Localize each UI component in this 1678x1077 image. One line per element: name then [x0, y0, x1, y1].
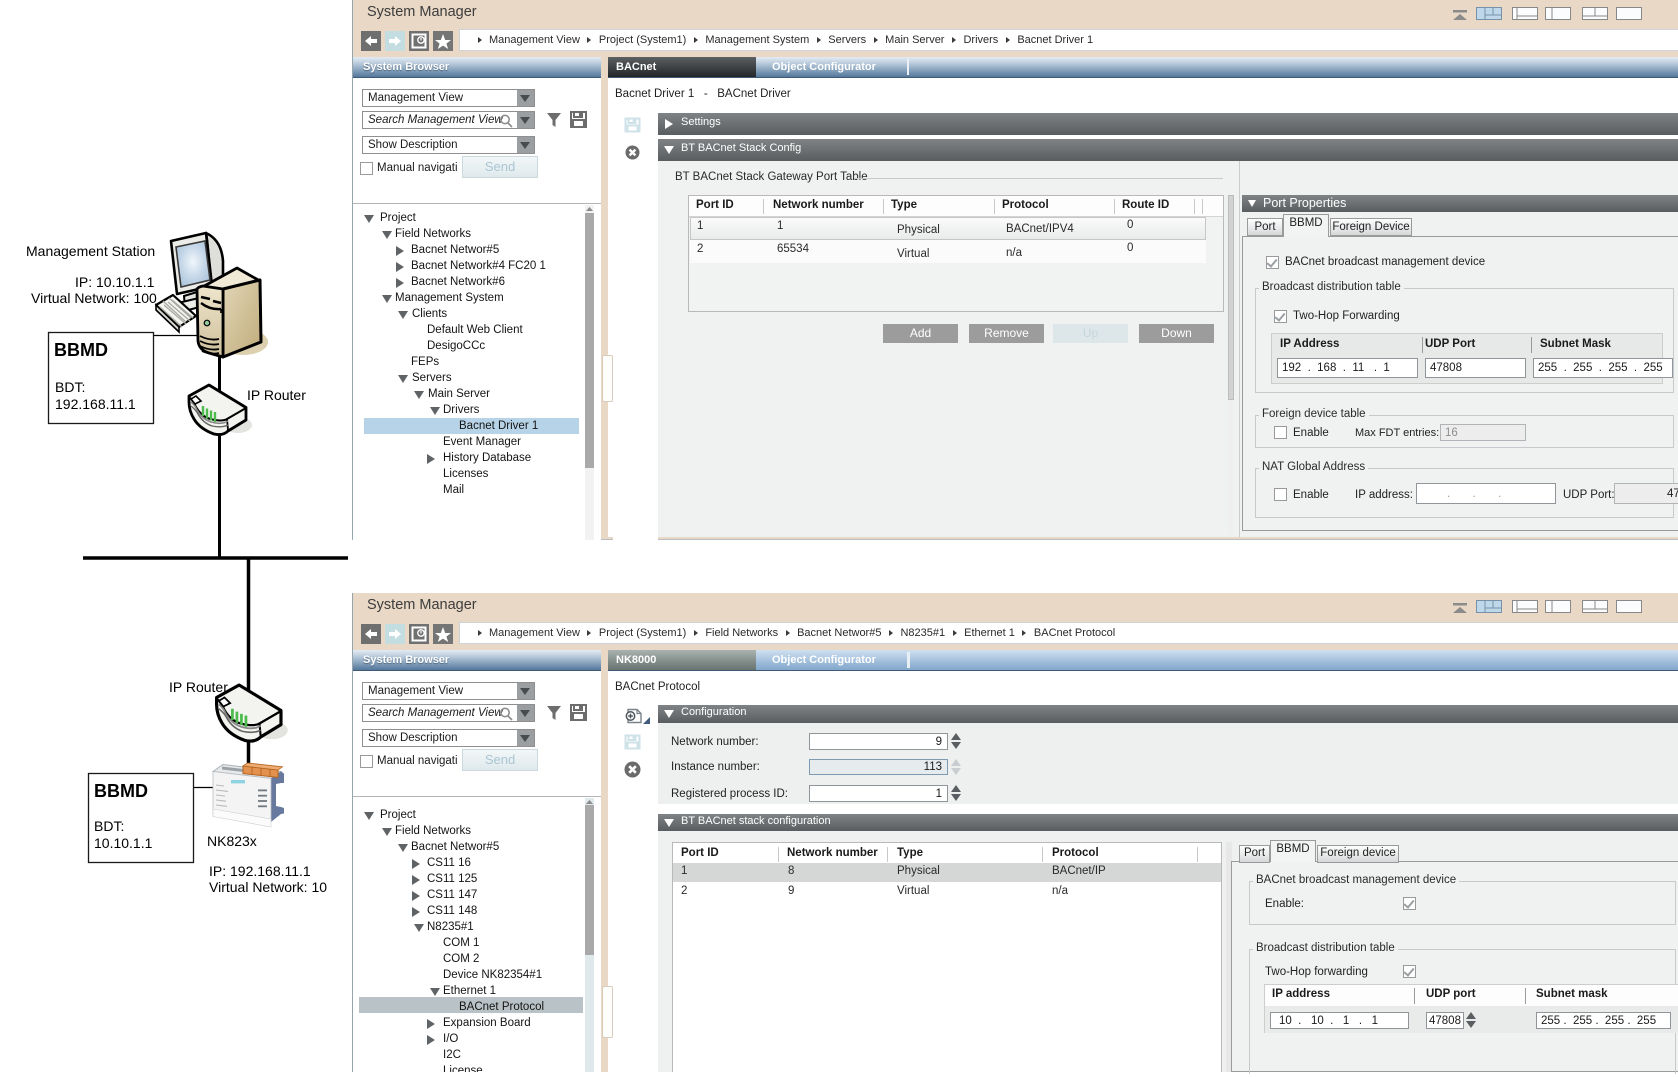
- svg-text:IP: 192.168.11.1: IP: 192.168.11.1: [209, 863, 311, 879]
- svg-text:BBMD: BBMD: [54, 340, 108, 360]
- svg-text:BDT:: BDT:: [55, 379, 85, 395]
- svg-text:NK823x: NK823x: [207, 833, 257, 849]
- svg-text:192.168.11.1: 192.168.11.1: [55, 396, 136, 412]
- svg-text:Management Station: Management Station: [26, 243, 155, 259]
- svg-text:BBMD: BBMD: [94, 781, 148, 801]
- svg-text:BDT:: BDT:: [94, 818, 124, 834]
- svg-text:Virtual Network: 100: Virtual Network: 100: [31, 290, 157, 306]
- svg-text:IP Router: IP Router: [247, 387, 306, 403]
- svg-text:IP: 10.10.1.1: IP: 10.10.1.1: [75, 274, 155, 290]
- svg-text:IP Router: IP Router: [169, 679, 228, 695]
- svg-text:Virtual Network: 10: Virtual Network: 10: [209, 879, 327, 895]
- svg-text:10.10.1.1: 10.10.1.1: [94, 835, 153, 851]
